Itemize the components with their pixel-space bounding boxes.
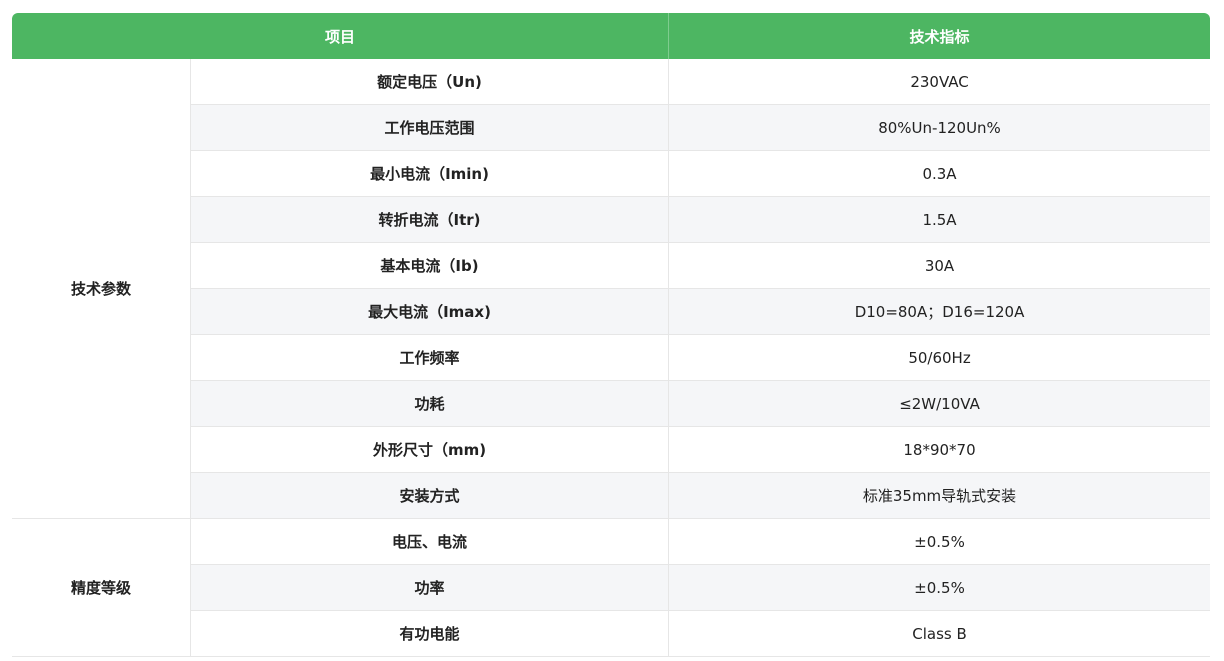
- param-value-cell: ≤2W/10VA: [668, 381, 1211, 427]
- param-value-cell: 50/60Hz: [668, 335, 1211, 381]
- param-name-cell: 功率: [190, 565, 669, 611]
- param-value-cell: D10=80A；D16=120A: [668, 289, 1211, 335]
- param-value-cell: 标准35mm导轨式安装: [668, 473, 1211, 519]
- table-row: 基本电流（Ib) 30A: [12, 243, 1211, 289]
- param-name-cell: 额定电压（Un): [190, 59, 669, 105]
- table-row: 转折电流（Itr) 1.5A: [12, 197, 1211, 243]
- table-row: 精度等级 电压、电流 ±0.5%: [12, 519, 1211, 657]
- param-value-cell: ±0.5%: [668, 519, 1211, 565]
- table-row: 最小电流（Imin) 0.3A: [12, 151, 1211, 197]
- table-row: 技术参数 额定电压（Un) 230VAC: [12, 59, 1211, 519]
- param-value-cell: 1.5A: [668, 197, 1211, 243]
- param-value-cell: 0.3A: [668, 151, 1211, 197]
- param-name-cell: 有功电能: [190, 611, 669, 657]
- group-label: 技术参数: [12, 59, 190, 519]
- param-value-cell: 18*90*70: [668, 427, 1211, 473]
- table-row: 工作频率 50/60Hz: [12, 335, 1211, 381]
- param-name-cell: 安装方式: [190, 473, 669, 519]
- param-name-cell: 转折电流（Itr): [190, 197, 669, 243]
- table-row: 功耗 ≤2W/10VA: [12, 381, 1211, 427]
- header-spec: 技术指标: [668, 13, 1211, 59]
- table-header-row: 项目 技术指标: [12, 13, 1211, 59]
- table-row: 功率 ±0.5%: [12, 565, 1211, 611]
- param-name-cell: 功耗: [190, 381, 669, 427]
- header-item: 项目: [12, 13, 669, 59]
- table-row: 安装方式 标准35mm导轨式安装: [12, 473, 1211, 519]
- param-name-cell: 最小电流（Imin): [190, 151, 669, 197]
- param-name-cell: 外形尺寸（mm): [190, 427, 669, 473]
- param-name-cell: 最大电流（Imax): [190, 289, 669, 335]
- param-value-cell: Class B: [668, 611, 1211, 657]
- table-row: 外形尺寸（mm) 18*90*70: [12, 427, 1211, 473]
- table-body: 技术参数 额定电压（Un) 230VAC 工作电压范围 80%Un-120Un% 最小电流…: [12, 59, 1211, 657]
- table-row: 最大电流（Imax) D10=80A；D16=120A: [12, 289, 1211, 335]
- table-row: 有功电能 Class B: [12, 611, 1211, 657]
- param-name-cell: 基本电流（Ib): [190, 243, 669, 289]
- param-name-cell: 工作频率: [190, 335, 669, 381]
- param-value-cell: 230VAC: [668, 59, 1211, 105]
- param-name-cell: 电压、电流: [190, 519, 669, 565]
- param-name-cell: 工作电压范围: [190, 105, 669, 151]
- spec-table-container: 项目 技术指标 技术参数 额定电压（Un) 230VAC 工作电压范围 80%Un-12…: [12, 13, 1211, 657]
- spec-table: 项目 技术指标 技术参数 额定电压（Un) 230VAC 工作电压范围 80%Un-12…: [12, 13, 1211, 657]
- param-value-cell: ±0.5%: [668, 565, 1211, 611]
- param-value-cell: 80%Un-120Un%: [668, 105, 1211, 151]
- param-value-cell: 30A: [668, 243, 1211, 289]
- table-row: 工作电压范围 80%Un-120Un%: [12, 105, 1211, 151]
- group-label: 精度等级: [12, 519, 190, 657]
